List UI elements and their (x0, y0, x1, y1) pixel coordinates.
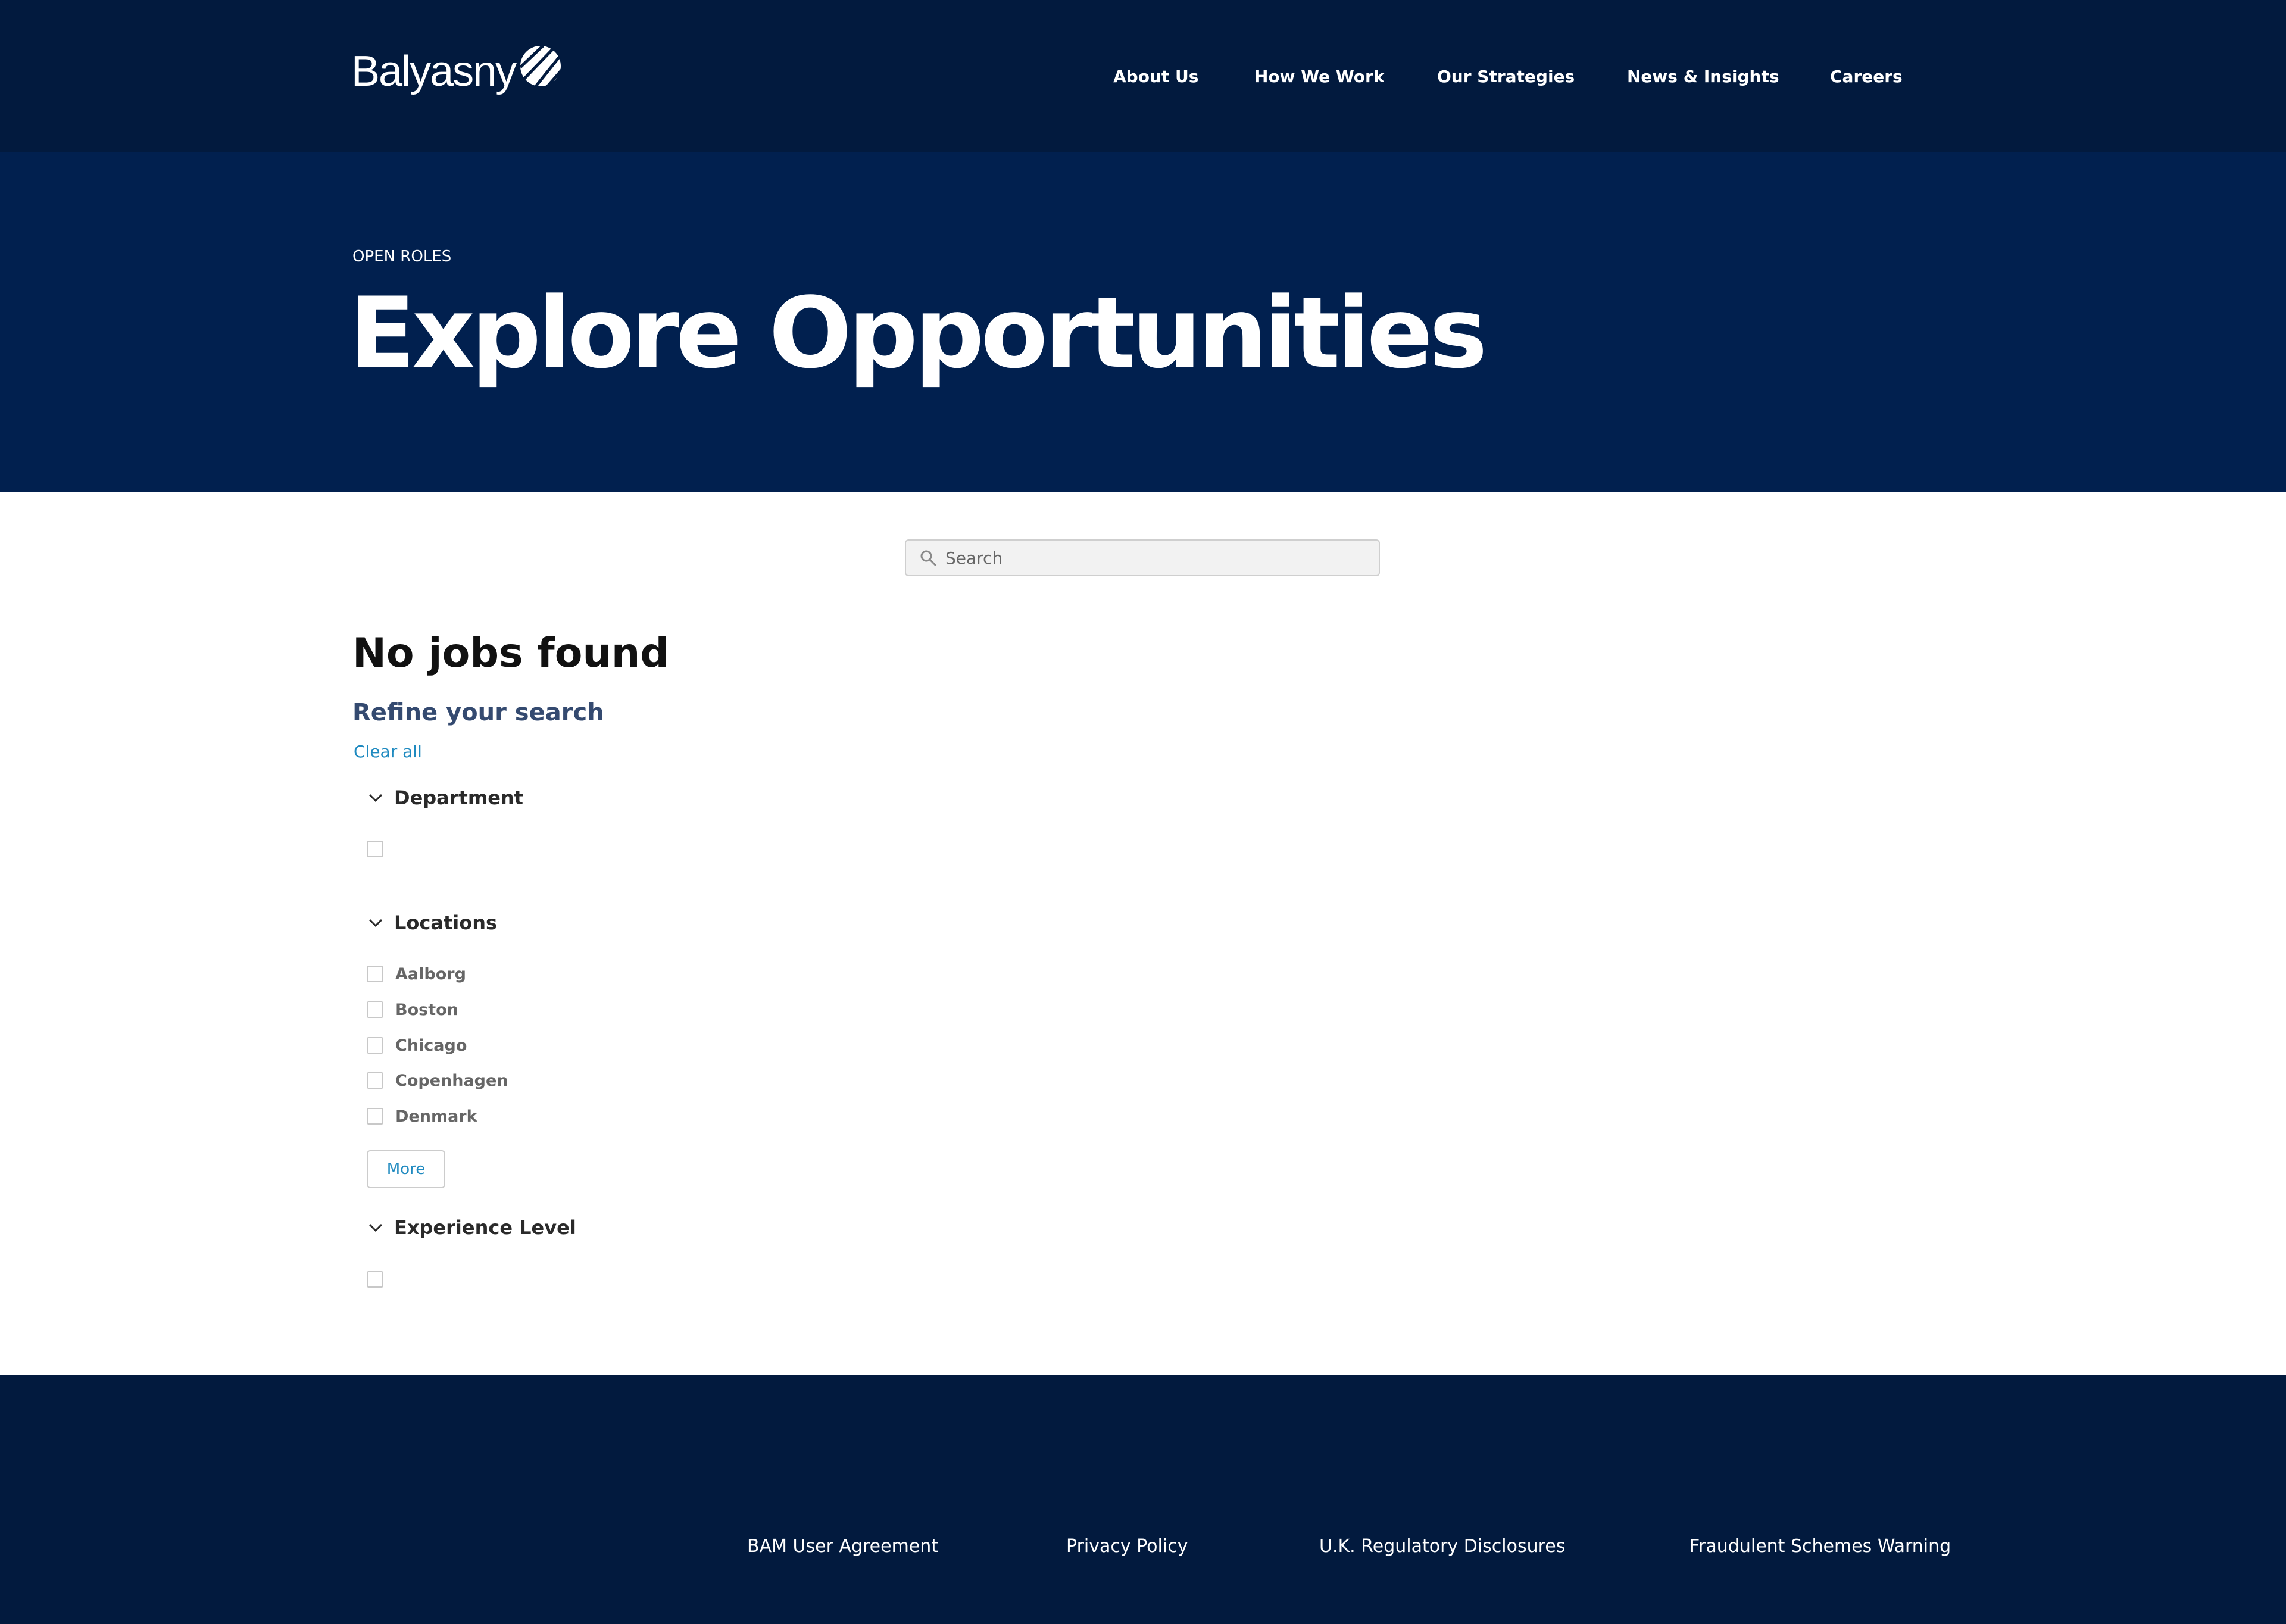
department-filter-title: Department (394, 786, 523, 809)
footer-link-privacy-policy[interactable]: Privacy Policy (1066, 1536, 1188, 1557)
checkbox[interactable] (367, 1037, 383, 1054)
logo-wordmark: Balyasny (351, 48, 517, 95)
hero-eyebrow: OPEN ROLES (352, 248, 452, 266)
checkbox[interactable] (367, 1001, 383, 1018)
balyasny-logo[interactable]: Balyasny (351, 44, 564, 99)
more-locations-button[interactable]: More (367, 1150, 445, 1188)
experience-filter-toggle[interactable]: Experience Level (366, 1214, 576, 1241)
checkbox[interactable] (367, 841, 383, 857)
top-navigation-bar: Balyasny About Us How We Work Our Strate… (0, 0, 2286, 152)
locations-filter-title: Locations (394, 911, 498, 934)
nav-how-we-work[interactable]: How We Work (1254, 67, 1384, 86)
nav-our-strategies[interactable]: Our Strategies (1437, 67, 1575, 86)
location-option-chicago[interactable]: Chicago (367, 1035, 467, 1056)
location-option-label: Denmark (395, 1107, 477, 1126)
experience-option[interactable] (367, 1269, 395, 1290)
footer-link-uk-disclosures[interactable]: U.K. Regulatory Disclosures (1319, 1536, 1565, 1557)
footer: BAM User Agreement Privacy Policy U.K. R… (0, 1375, 2286, 1624)
footer-link-user-agreement[interactable]: BAM User Agreement (747, 1536, 938, 1557)
refine-search-label: Refine your search (352, 699, 604, 726)
checkbox[interactable] (367, 1072, 383, 1089)
search-box[interactable] (905, 539, 1380, 576)
nav-news-insights[interactable]: News & Insights (1627, 67, 1779, 86)
location-option-label: Chicago (395, 1036, 467, 1055)
location-option-boston[interactable]: Boston (367, 999, 458, 1020)
checkbox[interactable] (367, 1271, 383, 1288)
department-option[interactable] (367, 838, 395, 860)
location-option-label: Copenhagen (395, 1071, 508, 1090)
chevron-down-icon (368, 1223, 383, 1232)
location-option-aalborg[interactable]: Aalborg (367, 963, 466, 985)
experience-filter-title: Experience Level (394, 1216, 576, 1239)
checkbox[interactable] (367, 966, 383, 982)
location-option-denmark[interactable]: Denmark (367, 1105, 477, 1127)
logo-mark-icon (519, 45, 564, 89)
checkbox[interactable] (367, 1108, 383, 1125)
department-filter-toggle[interactable]: Department (366, 785, 523, 811)
hero-banner: OPEN ROLES Explore Opportunities (0, 152, 2286, 492)
nav-careers[interactable]: Careers (1830, 67, 1903, 86)
clear-all-link[interactable]: Clear all (354, 742, 422, 761)
search-icon (920, 550, 936, 566)
search-input[interactable] (945, 548, 1362, 568)
chevron-down-icon (368, 794, 383, 802)
locations-filter-toggle[interactable]: Locations (366, 910, 497, 936)
page-title: Explore Opportunities (349, 276, 1488, 390)
no-results-heading: No jobs found (352, 630, 669, 677)
location-option-copenhagen[interactable]: Copenhagen (367, 1070, 508, 1091)
nav-about-us[interactable]: About Us (1113, 67, 1198, 86)
footer-link-fraud-warning[interactable]: Fraudulent Schemes Warning (1689, 1536, 1951, 1557)
location-option-label: Aalborg (395, 964, 466, 983)
chevron-down-icon (368, 919, 383, 927)
location-option-label: Boston (395, 1000, 458, 1019)
